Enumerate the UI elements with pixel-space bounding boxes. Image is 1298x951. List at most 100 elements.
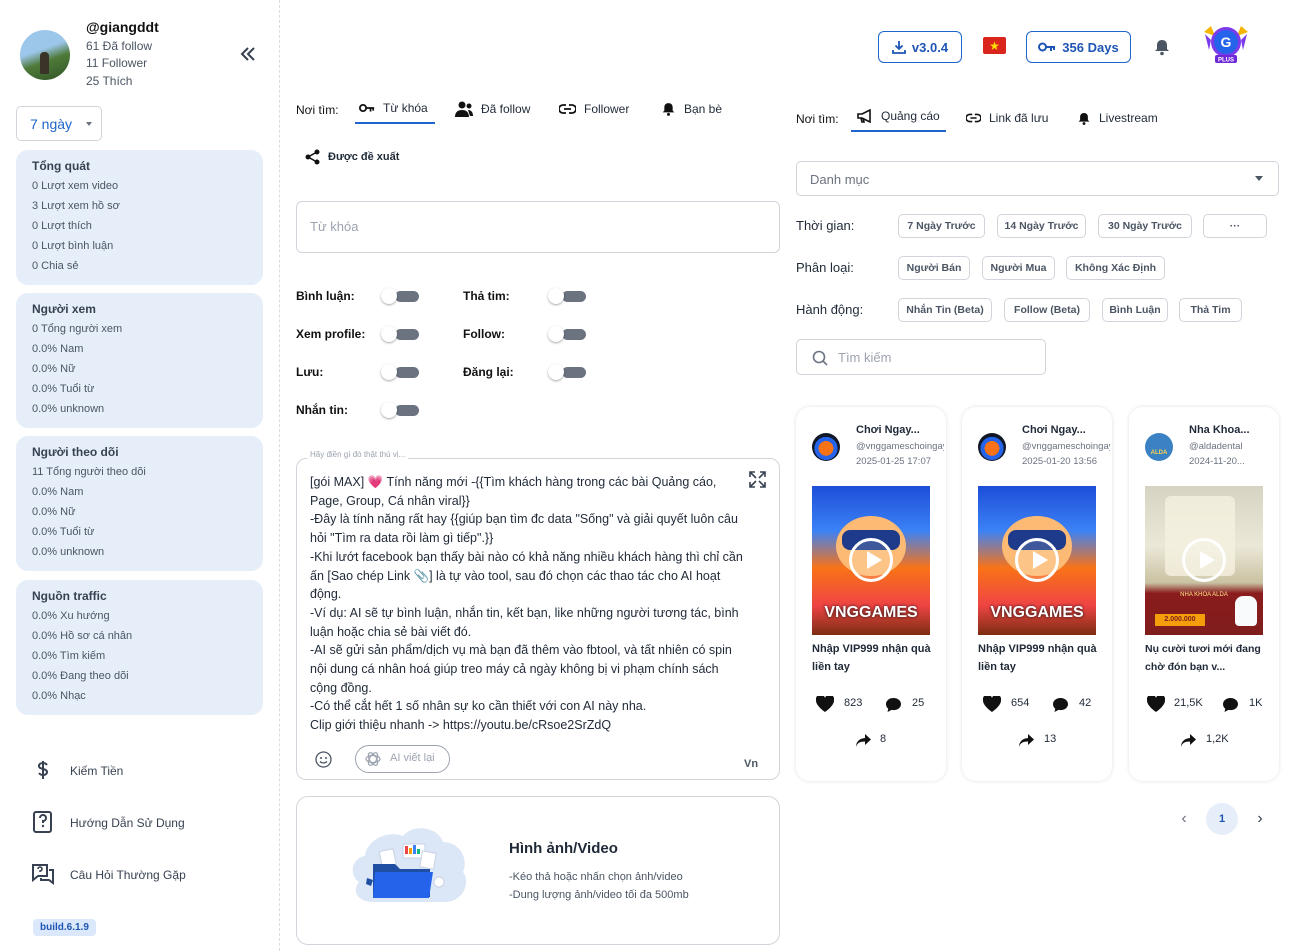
- faq-chat-icon: [30, 861, 56, 887]
- expand-icon[interactable]: [749, 471, 766, 493]
- video-card[interactable]: Chơi Ngay... @vnggameschoingay 2025-01-2…: [962, 407, 1112, 781]
- share-count: 1,2K: [1206, 733, 1229, 745]
- tab-follower-label: Follower: [584, 102, 630, 116]
- tab-livestream[interactable]: Livestream: [1077, 103, 1158, 133]
- stats-card-viewers: Người xem 0 Tổng người xem 0.0% Nam 0.0%…: [16, 293, 263, 428]
- comment-count: 1K: [1249, 697, 1263, 709]
- stat-row: 3 Lượt xem hồ sơ: [32, 200, 120, 212]
- comment-count: 25: [912, 697, 925, 709]
- tab-saved-links[interactable]: Link đã lưu: [966, 103, 1048, 133]
- comment-toggle-label: Bình luận:: [296, 289, 355, 303]
- tab-keyword-label: Từ khóa: [383, 101, 428, 115]
- play-icon[interactable]: [1182, 538, 1226, 582]
- nav-faq[interactable]: Câu Hỏi Thường Gặp: [30, 861, 270, 891]
- chip-more[interactable]: ···: [1203, 214, 1267, 238]
- tab-livestream-label: Livestream: [1099, 111, 1158, 125]
- avatar[interactable]: [20, 30, 70, 80]
- video-thumbnail[interactable]: VNGGAMES: [812, 486, 930, 635]
- stat-row: 11 Tổng người theo dõi: [32, 466, 146, 478]
- pagination-prev[interactable]: ‹: [1168, 803, 1200, 835]
- tab-friends[interactable]: Bạn bè: [661, 94, 722, 124]
- video-caption: Nhập VIP999 nhận quà liền tay: [812, 643, 931, 673]
- thumb-price: 2.000.000: [1155, 614, 1205, 626]
- nav-earn[interactable]: Kiếm Tiền: [30, 757, 270, 787]
- upload-title: Hình ảnh/Video: [509, 840, 618, 857]
- keyword-input[interactable]: Từ khóa: [296, 201, 780, 253]
- follow-toggle[interactable]: [548, 326, 586, 342]
- follow-toggle-label: Follow:: [463, 327, 505, 341]
- emoji-icon[interactable]: [315, 751, 332, 768]
- vietnam-flag-icon[interactable]: ★: [983, 37, 1006, 54]
- stat-row: 0.0% Tuổi từ: [32, 383, 95, 395]
- download-icon: [892, 41, 906, 54]
- chip-follow-beta[interactable]: Follow (Beta): [1004, 298, 1090, 322]
- language-toggle[interactable]: Vn: [744, 758, 758, 770]
- keyword-placeholder: Từ khóa: [310, 219, 359, 234]
- chip-undetermined[interactable]: Không Xác Định: [1066, 256, 1165, 280]
- card-title: Người xem: [32, 302, 96, 316]
- key-icon: [359, 104, 375, 112]
- chip-heart[interactable]: Thả Tim: [1179, 298, 1242, 322]
- version-button[interactable]: v3.0.4: [878, 31, 962, 63]
- collapse-sidebar-icon[interactable]: [240, 42, 256, 68]
- search-input[interactable]: Tìm kiếm: [796, 339, 1046, 375]
- stat-row: 0 Lượt xem video: [32, 180, 119, 192]
- notification-bell-icon[interactable]: [1153, 38, 1171, 56]
- plus-badge[interactable]: G PLUS: [1201, 22, 1251, 68]
- link-icon: [966, 113, 981, 123]
- video-thumbnail[interactable]: VNGGAMES: [978, 486, 1096, 635]
- comment-count: 42: [1079, 697, 1092, 709]
- chip-seller[interactable]: Người Bán: [898, 256, 970, 280]
- nav-guide[interactable]: Hướng Dẫn Sử Dụng: [30, 809, 270, 839]
- bell-icon: [1078, 112, 1090, 125]
- save-toggle[interactable]: [381, 364, 419, 380]
- comment-toggle[interactable]: [381, 288, 419, 304]
- channel-handle: @vnggameschoingay: [856, 441, 944, 452]
- upload-hint-1: -Kéo thả hoặc nhấn chọn ảnh/video: [509, 871, 683, 883]
- share-arrow-icon: [1181, 734, 1196, 747]
- tab-ads-label: Quảng cáo: [881, 109, 940, 123]
- tab-follower[interactable]: Follower: [559, 94, 629, 124]
- post-date: 2025-01-20 13:56: [1022, 456, 1098, 467]
- chip-message-beta[interactable]: Nhắn Tin (Beta): [898, 298, 992, 322]
- chip-buyer[interactable]: Người Mua: [982, 256, 1055, 280]
- share-count: 13: [1044, 733, 1057, 745]
- channel-avatar: [812, 433, 840, 461]
- tab-keyword[interactable]: Từ khóa: [355, 94, 435, 124]
- play-icon[interactable]: [849, 538, 893, 582]
- video-card[interactable]: ALDA Nha Khoa... @aldadental 2024-11-20.…: [1129, 407, 1279, 781]
- share-arrow-icon: [1019, 734, 1034, 747]
- pagination-page-1[interactable]: 1: [1206, 803, 1238, 835]
- license-days-button[interactable]: 356 Days: [1026, 31, 1131, 63]
- channel-handle: @aldadental: [1189, 441, 1243, 452]
- view-profile-toggle[interactable]: [381, 326, 419, 342]
- chip-comment[interactable]: Bình Luận: [1102, 298, 1168, 322]
- stats-card-traffic: Nguồn traffic 0.0% Xu hướng 0.0% Hồ sơ c…: [16, 580, 263, 715]
- repost-toggle[interactable]: [548, 364, 586, 380]
- stat-row: 0 Tổng người xem: [32, 323, 123, 335]
- ai-rewrite-button[interactable]: AI viết lại: [355, 745, 450, 773]
- stat-row: 0.0% unknown: [32, 403, 105, 415]
- video-card[interactable]: Chơi Ngay... @vnggameschoingay 2025-01-2…: [796, 407, 946, 781]
- heart-toggle[interactable]: [548, 288, 586, 304]
- chip-7-days[interactable]: 7 Ngày Trước: [898, 214, 985, 238]
- pagination-next[interactable]: ›: [1244, 803, 1276, 835]
- like-count: 25 Thích: [86, 74, 133, 88]
- message-text: [gói MAX] 💗 Tính năng mới -{{Tìm khách h…: [310, 475, 743, 733]
- stat-row: 0.0% Nữ: [32, 363, 76, 375]
- play-icon[interactable]: [1015, 538, 1059, 582]
- chip-14-days[interactable]: 14 Ngày Trước: [997, 214, 1086, 238]
- chip-30-days[interactable]: 30 Ngày Trước: [1098, 214, 1192, 238]
- tab-ads[interactable]: Quảng cáo: [851, 102, 946, 132]
- stat-row: 0.0% Hồ sơ cá nhân: [32, 630, 133, 642]
- media-upload-dropzone[interactable]: Hình ảnh/Video -Kéo thả hoặc nhấn chọn ả…: [296, 796, 780, 945]
- video-thumbnail[interactable]: NHA KHOA ALDA 2.000.000: [1145, 486, 1263, 635]
- tab-suggested[interactable]: Được đề xuất: [305, 142, 399, 172]
- right-source-label: Nơi tìm:: [796, 112, 839, 126]
- tab-followed[interactable]: Đã follow: [455, 94, 530, 124]
- message-toggle[interactable]: [381, 402, 419, 418]
- thumb-text: VNGGAMES: [824, 604, 918, 621]
- category-select[interactable]: Danh mục: [796, 161, 1279, 196]
- date-range-select[interactable]: 7 ngày: [16, 106, 102, 141]
- tab-followed-label: Đã follow: [481, 102, 531, 116]
